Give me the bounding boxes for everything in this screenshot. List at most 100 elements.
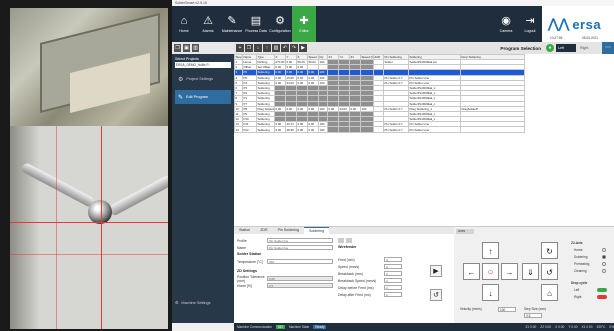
redo-icon[interactable]: ↷ (290, 44, 298, 52)
rotate-ccw-button[interactable]: ↺ (541, 263, 558, 280)
velocity-field[interactable]: 100 (498, 307, 516, 312)
program-cell[interactable]: 0.00 (274, 126, 286, 133)
nav-project-settings-label: Project Settings (186, 77, 213, 81)
undo-icon[interactable]: ↶ (281, 44, 289, 52)
maintenance-label: Maintenance (221, 29, 243, 33)
home-axis-button[interactable]: ⌂ (541, 284, 558, 301)
option-soldering-radio[interactable] (602, 255, 606, 259)
breakback-speed-field[interactable]: 0 (384, 278, 402, 283)
program-cell[interactable] (349, 126, 361, 133)
speed-field[interactable]: 0 (384, 264, 402, 269)
readout-z1: Z1 0.00 (525, 325, 537, 329)
left-toggle[interactable] (597, 288, 607, 292)
move-down-icon[interactable]: ↓ (254, 44, 262, 52)
save-profile-icon[interactable] (338, 238, 344, 243)
add-step-icon[interactable]: + (236, 44, 244, 52)
delete-project-icon[interactable]: ▥ (192, 44, 199, 52)
program-row[interactable]: 14 P12 Soldering 0.00 48.26 0.00 0.00 100 Pin So… (234, 126, 525, 133)
delay-before-field[interactable]: 0 (384, 285, 402, 290)
configuration-button[interactable]: ⚙ Configuration (268, 6, 292, 42)
jog-z-down-button[interactable]: ⇓ (522, 263, 539, 280)
copy-project-icon[interactable]: ❐ (174, 44, 181, 52)
feed-reverse-button[interactable]: ↺ (430, 289, 442, 301)
save-project-icon[interactable]: ▣ (183, 44, 190, 52)
expand-icon[interactable]: ⋯ (602, 42, 614, 54)
name-field[interactable]: Pin Solder line (267, 245, 333, 250)
program-cell[interactable]: Drag Soldering (256, 105, 275, 112)
position-tolerance-field[interactable]: 0.05 (267, 276, 333, 281)
rotate-cw-button[interactable]: ↻ (541, 242, 558, 259)
alarms-button[interactable]: ⚠ Alarms (196, 6, 220, 42)
camera-shadow (10, 126, 40, 329)
program-cell[interactable] (327, 126, 339, 133)
option-home-radio[interactable] (602, 248, 606, 252)
logout-button[interactable]: ⇥ Logout (518, 6, 542, 42)
jog-stop-button[interactable]: ○ (482, 263, 499, 280)
option-cleaning-radio[interactable] (602, 269, 606, 273)
delete-profile-icon[interactable] (346, 238, 352, 243)
right-toggle[interactable] (597, 295, 607, 299)
editor-button[interactable]: ✚ Editor (292, 6, 316, 42)
tab-station[interactable]: Station (234, 227, 255, 234)
program-cell[interactable]: P12 (242, 126, 257, 133)
copy-step-icon[interactable]: ❐ (245, 44, 253, 52)
alarms-label: Alarms (202, 29, 214, 33)
column-header[interactable]: Speed (%) (360, 54, 374, 60)
camera-button[interactable]: ◉ Camera (494, 6, 518, 42)
delay-after-field[interactable]: 0 (384, 292, 402, 297)
jog-x-plus-button[interactable]: → (501, 263, 518, 280)
feed-field[interactable]: 0 (384, 257, 402, 262)
main-toolbar: ⌂ Home ⚠ Alarms ✎ Maintenance ▤ Process Data… (172, 6, 614, 42)
move-up-icon[interactable]: ↑ (263, 44, 271, 52)
program-cell[interactable] (338, 126, 350, 133)
window-title: SolderSmart v2.5.16 (175, 1, 207, 5)
home-button[interactable]: ⌂ Home (172, 6, 196, 42)
axes-tab[interactable]: Axes (456, 229, 474, 234)
home-percent-field[interactable]: 0.5 (267, 283, 333, 288)
option-preheating-radio[interactable] (602, 262, 606, 266)
nav-machine-settings[interactable]: ⚙ Machine Settings (175, 300, 211, 306)
jog-x-minus-button[interactable]: ← (463, 263, 480, 280)
program-cell[interactable]: Pin Solder 0.7 (383, 126, 409, 133)
breakback-field[interactable]: 0 (384, 271, 402, 276)
program-cell[interactable]: 0.00 (296, 126, 308, 133)
tab-pin-soldering[interactable]: Pin Soldering (273, 227, 304, 234)
nav-edit-program[interactable]: ✎ Edit Program (175, 90, 231, 104)
program-cell[interactable] (373, 126, 384, 133)
program-cell[interactable]: 48.26 (285, 126, 297, 133)
program-cell[interactable]: 14 (234, 126, 243, 133)
program-cell[interactable]: 270.00 (274, 58, 286, 66)
process-data-button[interactable]: ▤ Process Data (244, 6, 268, 42)
side-toggle[interactable]: ● Left Right (546, 44, 598, 52)
delete-step-icon[interactable]: ▥ (272, 44, 280, 52)
project-dropdown[interactable]: ERSA_DEMO_Hollis P... (175, 62, 231, 68)
solder-app: SolderSmart v2.5.16 ⌂ Home ⚠ Alarms ✎ Maint… (172, 0, 614, 331)
jog-y-minus-button[interactable]: ↓ (482, 284, 499, 301)
tab-soldering[interactable]: Soldering (303, 227, 330, 234)
feed-play-button[interactable]: ▶ (430, 265, 442, 277)
step-size-field[interactable]: 0.5 (524, 313, 542, 318)
side-right[interactable]: Right (578, 44, 598, 52)
drop-cycle-label: Drop cycle (571, 281, 588, 285)
tab-zdr[interactable]: ZDR (255, 227, 272, 234)
brand-mark-icon: ⋀⋀ (548, 16, 570, 31)
jog-y-plus-button[interactable]: ↑ (482, 242, 499, 259)
program-table-wrap: StepNameTypeXYZSpeedFlyX1Y1Z1Speed (%)Z2… (234, 54, 614, 226)
temperature-field[interactable]: 330 (267, 259, 333, 264)
edit-icon: ✎ (178, 94, 184, 101)
program-cell[interactable] (360, 126, 374, 133)
profile-dropdown[interactable]: Pin Solder line (267, 238, 333, 243)
program-cell[interactable] (460, 126, 525, 133)
program-cell[interactable]: 100 (318, 126, 328, 133)
run-icon[interactable]: ▶ (299, 44, 307, 52)
maintenance-button[interactable]: ✎ Maintenance (220, 6, 244, 42)
crosshair-horizontal (10, 222, 168, 223)
program-cell[interactable]: 0.00 (307, 126, 319, 133)
readout-z2: Z2 0.00 (540, 325, 552, 329)
program-cell[interactable]: Pin Solder Line (408, 126, 461, 133)
nav-project-settings[interactable]: ⚙ Project Settings (175, 72, 231, 86)
column-header[interactable]: Step (234, 54, 243, 60)
program-cell[interactable]: Soldering (256, 126, 275, 133)
side-left[interactable]: Left (556, 44, 576, 52)
column-header[interactable]: Speed (307, 54, 319, 60)
